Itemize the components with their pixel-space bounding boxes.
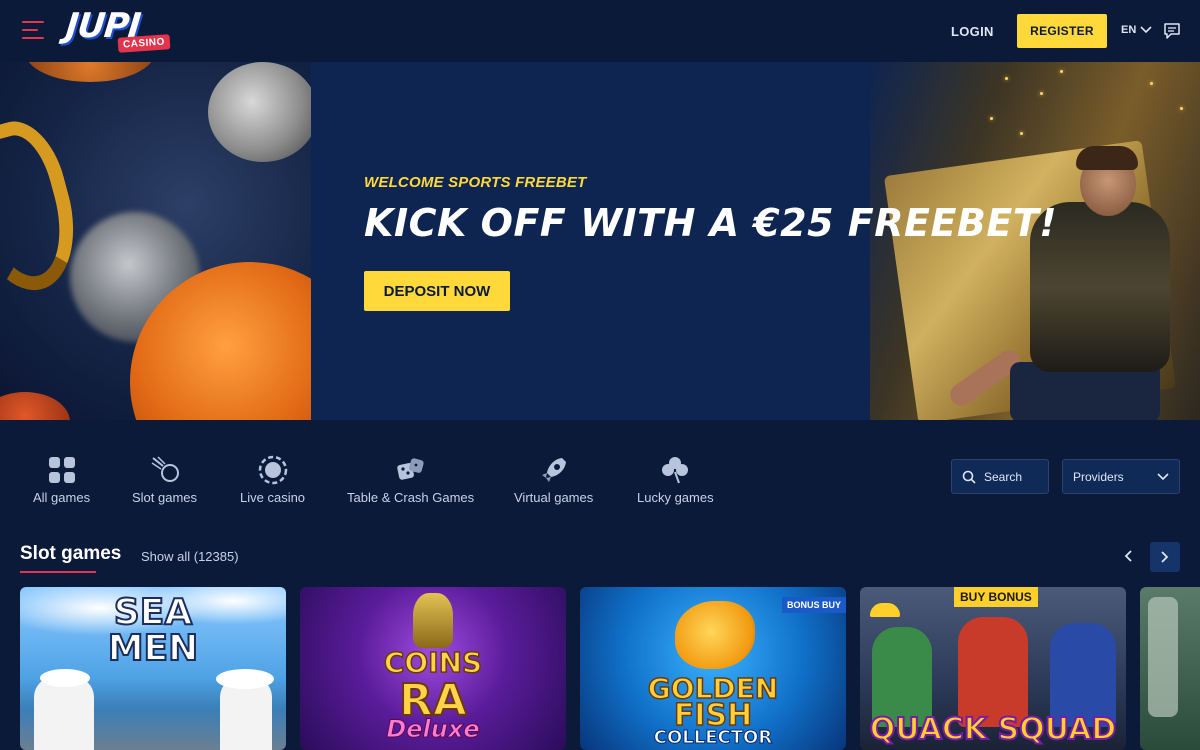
duck-firefighter-image — [958, 617, 1028, 727]
chevron-down-icon — [1157, 472, 1169, 480]
game-title: SEA — [113, 592, 193, 633]
language-selector[interactable]: EN — [1121, 24, 1152, 36]
chevron-down-icon — [1140, 26, 1152, 34]
carousel-prev-button[interactable] — [1114, 542, 1142, 570]
hero-banner[interactable]: WELCOME SPORTS FREEBET KICK OFF WITH A €… — [0, 62, 1200, 420]
section-title: Slot games — [20, 543, 122, 564]
chevron-right-icon — [1161, 551, 1169, 563]
carousel-next-button[interactable] — [1150, 542, 1180, 572]
sailor-left-image — [34, 677, 94, 750]
show-all-link[interactable]: Show all (12385) — [141, 549, 239, 564]
bonus-buy-badge: BONUS BUY — [781, 597, 846, 613]
game-title: QUACK SQUAD — [869, 712, 1118, 747]
hero-subtitle: WELCOME SPORTS FREEBET — [364, 174, 587, 191]
logo-badge: CASINO — [117, 34, 171, 53]
category-label: Live casino — [240, 490, 306, 505]
game-tile-quack-squad[interactable]: BUY BONUS QUACK SQUAD — [860, 587, 1126, 750]
category-label: Table & Crash Games — [347, 490, 475, 505]
providers-label: Providers — [1073, 469, 1124, 484]
chevron-left-icon — [1124, 550, 1132, 562]
category-label: Lucky games — [637, 490, 714, 505]
game-title: COINS — [383, 646, 483, 679]
register-button[interactable]: REGISTER — [1017, 14, 1107, 48]
grid-icon — [48, 457, 75, 483]
clover-icon — [662, 457, 689, 484]
chat-icon[interactable] — [1163, 22, 1181, 40]
top-header: JUPI CASINO LOGIN REGISTER EN — [0, 0, 1200, 62]
category-slot-games[interactable]: Slot games — [132, 454, 197, 505]
dice-icon — [396, 458, 424, 480]
category-live-casino[interactable]: Live casino — [240, 454, 305, 505]
category-label: Slot games — [132, 490, 198, 505]
hero-title: KICK OFF WITH A €25 FREEBET! — [364, 201, 1058, 245]
buy-bonus-badge: BUY BONUS — [954, 587, 1038, 607]
game-title: COLLECTOR — [653, 727, 773, 748]
hero-sports-balls-image — [0, 62, 311, 420]
providers-dropdown[interactable]: Providers — [1062, 459, 1180, 494]
search-icon — [962, 470, 976, 484]
search-input[interactable]: Search — [951, 459, 1049, 494]
language-code: EN — [1121, 24, 1137, 36]
section-underline — [20, 571, 96, 573]
pharaoh-icon — [413, 593, 453, 648]
game-title: MEN — [107, 628, 200, 669]
golden-fish-icon — [675, 601, 755, 669]
game-tile-coins-of-ra[interactable]: COINS RA Deluxe — [300, 587, 566, 750]
game-title: Deluxe — [386, 715, 480, 743]
jupi-casino-logo[interactable]: JUPI CASINO — [64, 6, 178, 56]
category-virtual-games[interactable]: Virtual games — [514, 454, 593, 505]
rocket-icon — [541, 458, 566, 482]
category-lucky-games[interactable]: Lucky games — [637, 454, 714, 505]
hard-hat-icon — [870, 603, 900, 617]
search-label: Search — [984, 469, 1023, 484]
login-link[interactable]: LOGIN — [951, 24, 994, 39]
game-tile-partial[interactable] — [1140, 587, 1200, 750]
category-label: Virtual games — [514, 490, 594, 505]
live-chip-icon — [258, 455, 287, 485]
category-table-crash-games[interactable]: Table & Crash Games — [347, 454, 474, 505]
slot-meteor-icon — [151, 456, 179, 482]
category-all-games[interactable]: All games — [33, 454, 90, 505]
hamburger-menu-icon[interactable] — [22, 21, 44, 39]
category-label: All games — [33, 490, 91, 505]
player-hair — [1076, 146, 1138, 170]
game-tile-sea-men[interactable]: SEA MEN — [20, 587, 286, 750]
deposit-now-button[interactable]: DEPOSIT NOW — [364, 271, 510, 311]
game-tile-golden-fish-collector[interactable]: BONUS BUY GOLDEN FISH COLLECTOR — [580, 587, 846, 750]
